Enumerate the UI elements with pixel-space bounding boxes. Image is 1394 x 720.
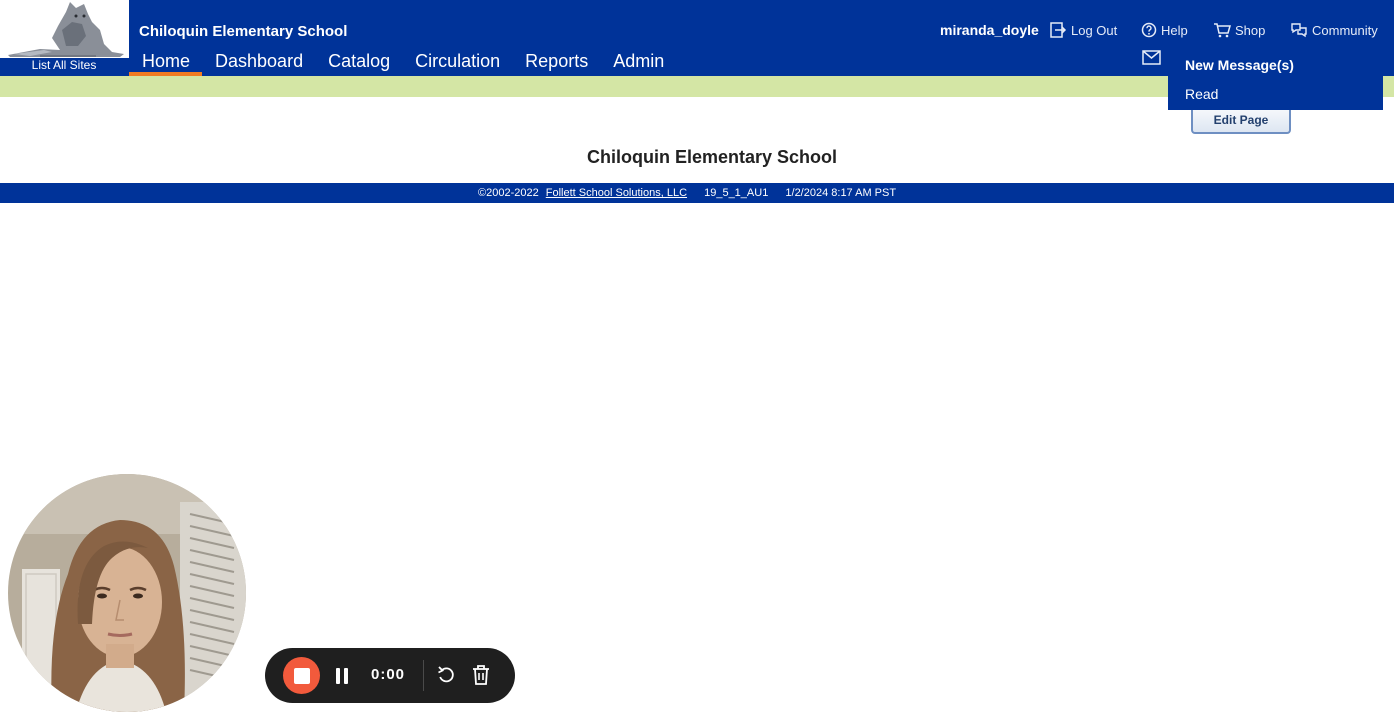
school-logo[interactable] xyxy=(0,0,129,58)
current-user: miranda_doyle xyxy=(940,22,1039,38)
logout-label: Log Out xyxy=(1071,22,1118,38)
page-title: Chiloquin Elementary School xyxy=(586,147,838,167)
main-nav: Home Dashboard Catalog Circulation Repor… xyxy=(129,50,676,76)
nav-dashboard[interactable]: Dashboard xyxy=(202,50,315,76)
cat-mascot-image xyxy=(0,0,129,58)
list-all-sites-link[interactable]: List All Sites xyxy=(0,57,128,74)
help-link[interactable]: Help xyxy=(1141,20,1188,40)
stop-recording-button[interactable] xyxy=(283,657,320,694)
logout-link[interactable]: Log Out xyxy=(1050,20,1117,40)
community-icon xyxy=(1291,23,1307,38)
footer-bar: ©2002-2022 Follett School Solutions, LLC… xyxy=(0,183,1394,203)
nav-reports[interactable]: Reports xyxy=(512,50,600,76)
help-icon xyxy=(1141,22,1157,38)
footer-content: ©2002-2022 Follett School Solutions, LLC… xyxy=(478,187,900,200)
shop-link[interactable]: Shop xyxy=(1213,20,1265,40)
restart-icon[interactable] xyxy=(436,665,456,685)
recording-timer: 0:00 xyxy=(371,666,406,683)
webcam-video xyxy=(8,474,246,712)
trash-icon[interactable] xyxy=(471,664,491,686)
community-link[interactable]: Community xyxy=(1290,20,1378,40)
messages-button[interactable] xyxy=(1142,50,1161,70)
footer-datetime: 1/2/2024 8:17 AM PST xyxy=(785,187,897,199)
site-title: Chiloquin Elementary School xyxy=(139,23,348,40)
footer-copyright: ©2002-2022 xyxy=(478,187,539,199)
footer-version: 19_5_1_AU1 xyxy=(704,187,769,199)
messages-dropdown: New Message(s) Read xyxy=(1168,52,1383,110)
help-label: Help xyxy=(1161,22,1188,38)
cart-icon xyxy=(1214,23,1231,38)
nav-admin[interactable]: Admin xyxy=(600,50,676,76)
mail-icon xyxy=(1142,50,1161,65)
community-label: Community xyxy=(1312,22,1378,38)
nav-catalog[interactable]: Catalog xyxy=(315,50,402,76)
new-messages-item[interactable]: New Message(s) xyxy=(1185,56,1294,74)
nav-home[interactable]: Home xyxy=(129,50,203,76)
logout-icon xyxy=(1050,22,1067,38)
recording-controls: 0:00 xyxy=(265,648,515,703)
read-messages-item[interactable]: Read xyxy=(1185,85,1218,103)
stop-icon xyxy=(294,668,310,684)
recorder-divider xyxy=(423,660,424,691)
nav-circulation[interactable]: Circulation xyxy=(402,50,512,76)
webcam-bubble[interactable] xyxy=(8,474,246,712)
pause-icon[interactable] xyxy=(334,666,350,686)
shop-label: Shop xyxy=(1235,22,1266,38)
edit-page-button[interactable]: Edit Page xyxy=(1191,106,1291,134)
footer-company-link[interactable]: Follett School Solutions, LLC xyxy=(546,187,687,199)
